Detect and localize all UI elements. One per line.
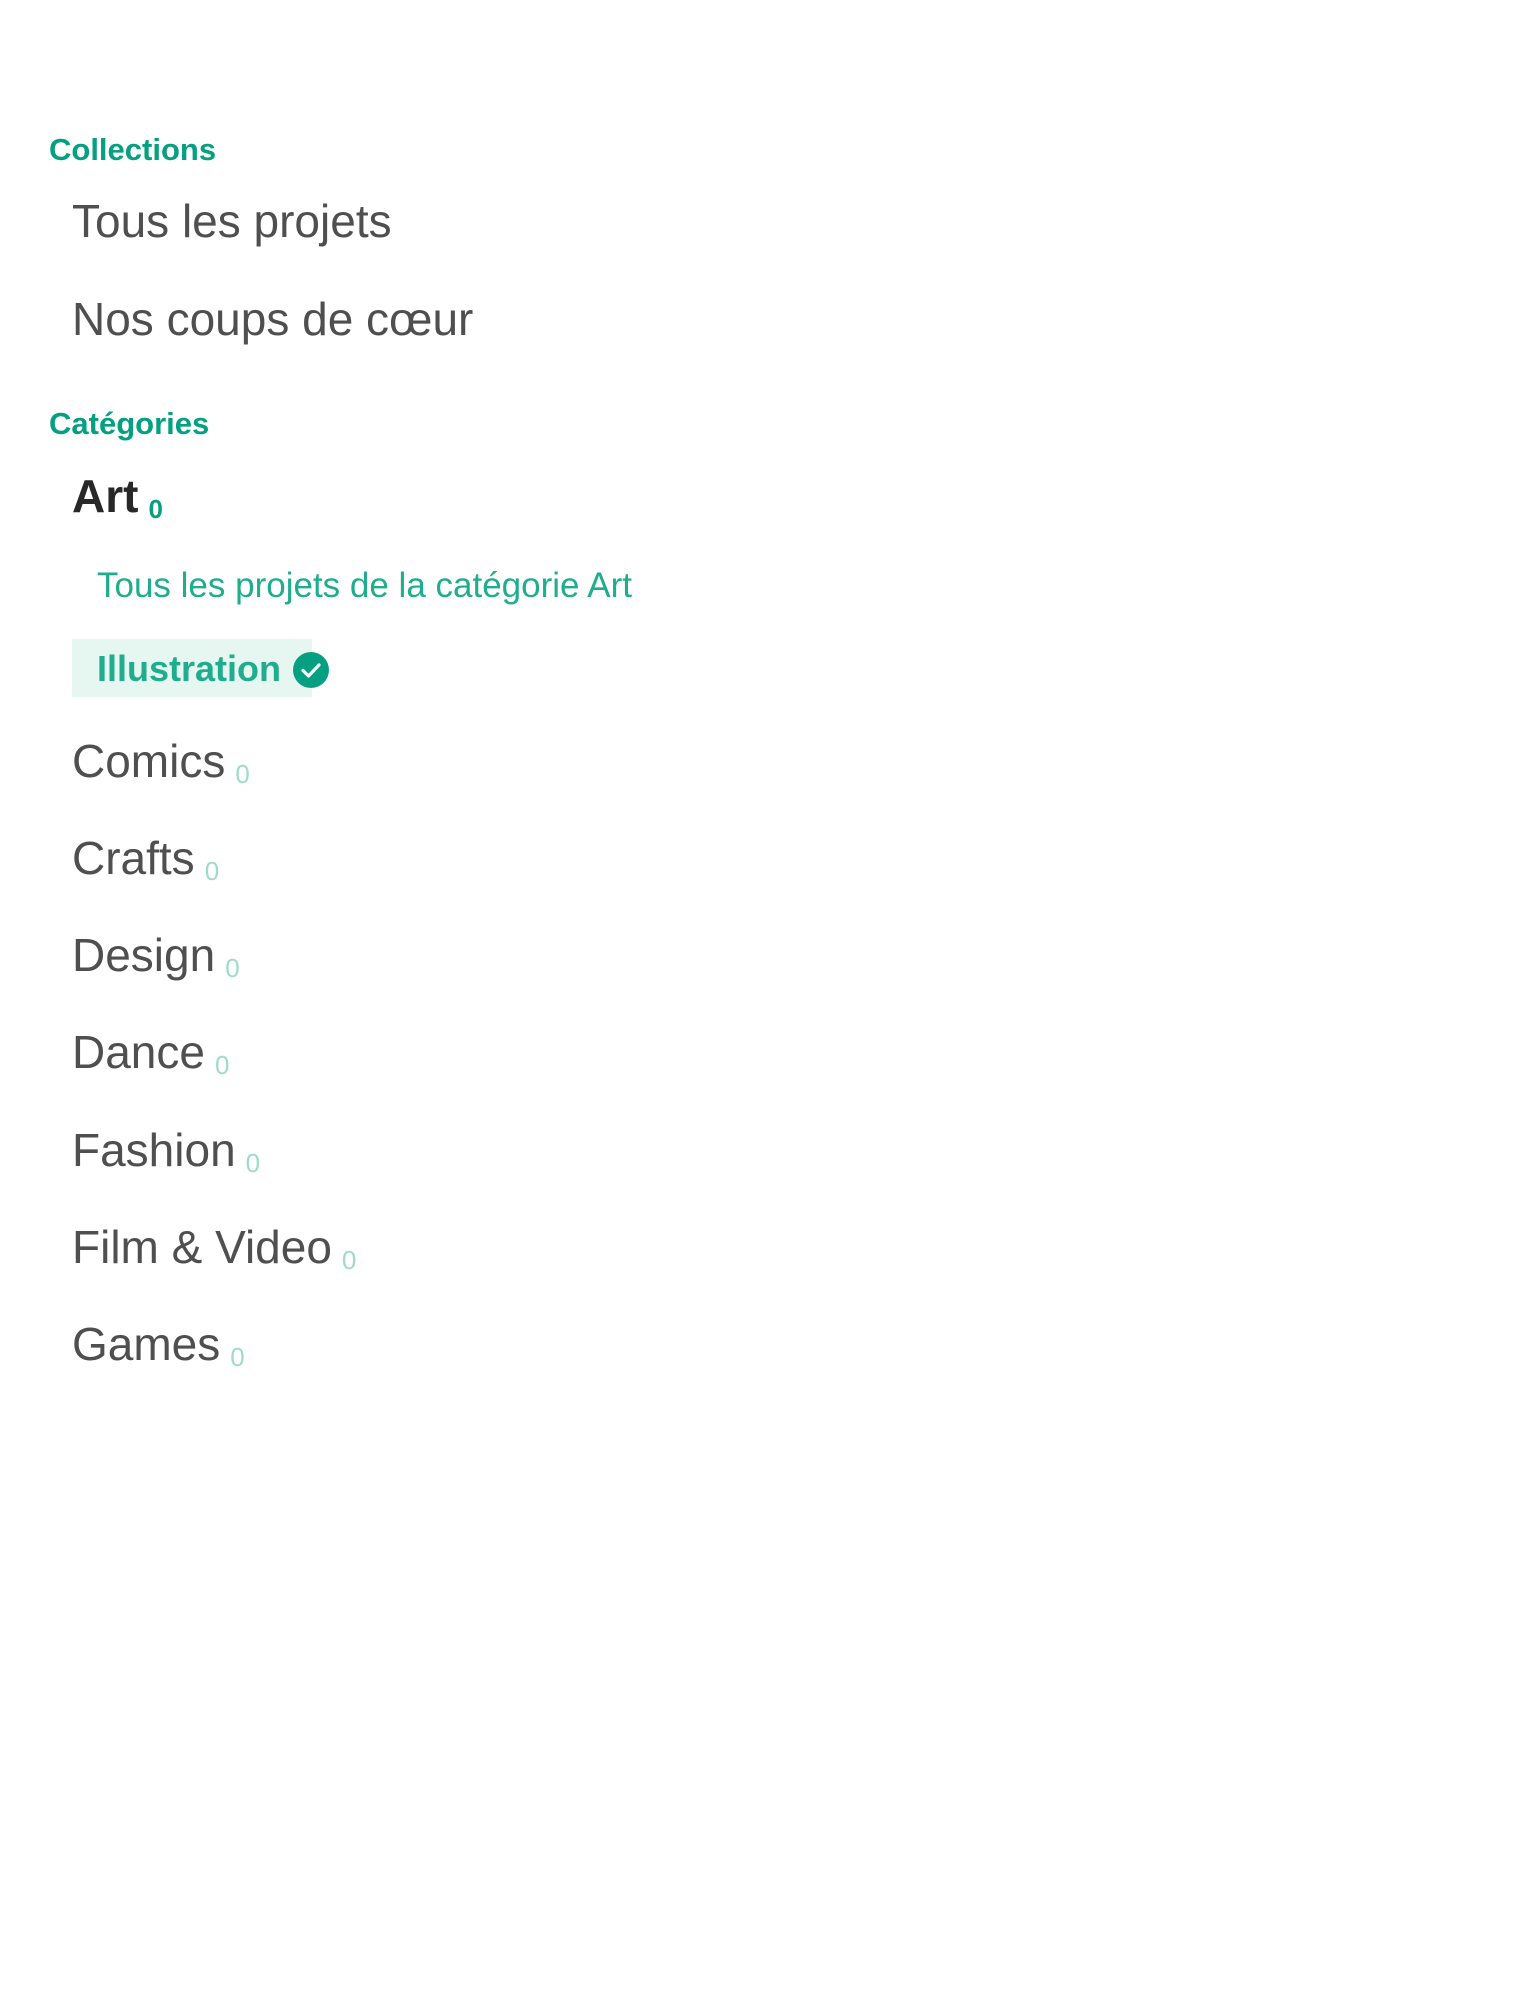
collection-link-label: Tous les projets	[72, 195, 392, 247]
category-label: Games	[72, 1318, 221, 1370]
check-circle-icon	[293, 652, 329, 688]
category-link-fashion[interactable]: Fashion 0	[72, 1127, 260, 1176]
category-label: Crafts	[72, 832, 195, 884]
category-label: Comics	[72, 735, 226, 787]
category-count: 0	[225, 953, 240, 983]
category-link-dance[interactable]: Dance 0	[72, 1029, 229, 1078]
subcategory-illustration-selected[interactable]: Illustration	[72, 639, 312, 697]
category-count: 0	[245, 1148, 261, 1178]
collections-heading: Collections	[49, 134, 217, 161]
category-count: 0	[148, 494, 163, 524]
category-count: 0	[341, 1245, 357, 1275]
category-label: Dance	[72, 1026, 205, 1078]
category-link-crafts[interactable]: Crafts 0	[72, 835, 219, 884]
category-link-comics[interactable]: Comics 0	[72, 738, 250, 787]
category-link-design[interactable]: Design 0	[72, 932, 240, 981]
category-label: Film & Video	[72, 1221, 332, 1273]
category-label: Design	[72, 929, 216, 981]
category-link-film-video[interactable]: Film & Video 0	[72, 1224, 356, 1273]
collection-link-all-projects[interactable]: Tous les projets	[72, 198, 392, 244]
selected-subcategory-label: Illustration	[97, 648, 282, 689]
collection-link-label: Nos coups de cœur	[72, 293, 474, 345]
category-count: 0	[235, 759, 250, 789]
category-link-games[interactable]: Games 0	[72, 1321, 245, 1370]
category-count: 0	[230, 1342, 245, 1372]
category-label: Art	[72, 470, 139, 522]
category-link-art[interactable]: Art 0	[72, 473, 163, 522]
categories-heading: Catégories	[49, 406, 210, 441]
all-projects-in-category-link[interactable]: Tous les projets de la catégorie Art	[97, 568, 632, 603]
category-label: Fashion	[72, 1124, 236, 1176]
category-count: 0	[214, 1050, 230, 1080]
collection-link-favorites[interactable]: Nos coups de cœur	[72, 296, 473, 342]
category-filter-panel: Collections Tous les projets Nos coups d…	[0, 0, 1536, 2000]
category-count: 0	[204, 856, 220, 886]
